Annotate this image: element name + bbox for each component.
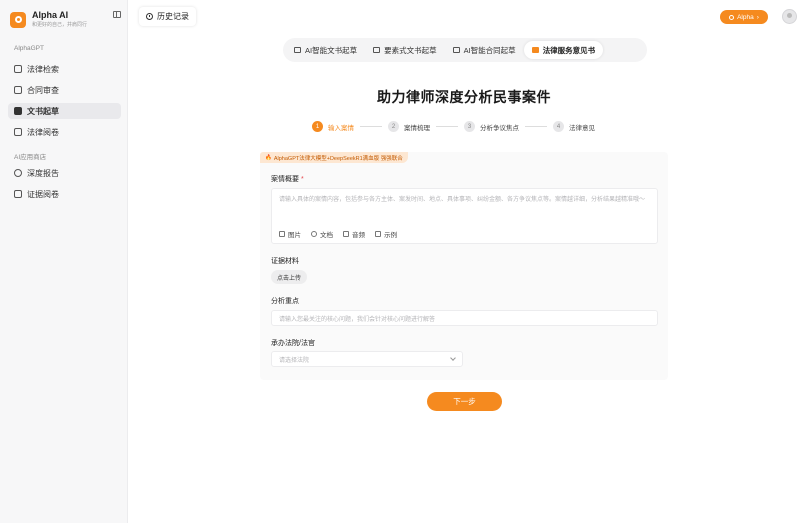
evidence-icon	[14, 190, 22, 198]
attach-document-button[interactable]: 文档	[311, 229, 333, 239]
step-input-case: 1 输入案情	[312, 121, 354, 132]
sidebar-item-legal-search[interactable]: 法律检索	[8, 61, 121, 77]
tab-label: 法律服务意见书	[542, 45, 596, 55]
section-label-app-store: AI应用商店	[14, 154, 47, 161]
step-label: 输入案情	[328, 124, 354, 132]
court-select[interactable]: 请选择法院	[271, 351, 463, 367]
alpha-badge-label: Alpha	[737, 13, 754, 21]
sidebar-item-label: 法律检索	[27, 64, 59, 74]
tab-element-drafting[interactable]: 要素式文书起草	[365, 41, 445, 59]
tab-label: AI智能合同起草	[463, 45, 516, 55]
stepper: 1 输入案情 2 案情梳理 3 分析争议焦点 4 法律意见	[312, 121, 595, 132]
sidebar-item-label: 深度报告	[27, 168, 59, 178]
brand-slogan: 和更好的自己，并肩同行	[32, 22, 88, 28]
focus-label: 分析重点	[271, 298, 299, 305]
step-dispute-focus: 3 分析争议焦点	[464, 121, 519, 132]
page-title: 助力律师深度分析民事案件	[377, 89, 551, 105]
model-tag-label: AlphaGPT法律大模型+DeepSeekR1满血版 强强联合	[273, 155, 403, 162]
case-summary-label: 案情概要 *	[271, 174, 304, 184]
mode-tabs: AI智能文书起草 要素式文书起草 AI智能合同起草 法律服务意见书	[283, 38, 647, 62]
case-summary-label-text: 案情概要	[271, 176, 299, 183]
tab-label: 要素式文书起草	[384, 45, 437, 55]
tab-ai-document-drafting[interactable]: AI智能文书起草	[286, 41, 365, 59]
review-icon	[14, 128, 22, 136]
attach-audio-button[interactable]: 音频	[343, 229, 365, 239]
court-placeholder: 请选择法院	[279, 357, 310, 364]
tab-ai-contract-drafting[interactable]: AI智能合同起草	[445, 41, 524, 59]
sidebar-item-label: 法律阅卷	[27, 127, 59, 137]
chevron-right-icon: ›	[756, 13, 759, 21]
step-number: 3	[464, 121, 475, 132]
attach-label: 文档	[320, 232, 333, 239]
example-icon	[375, 231, 381, 237]
case-form: 🔥 AlphaGPT法律大模型+DeepSeekR1满血版 强强联合 案情概要 …	[260, 152, 668, 380]
step-divider	[360, 126, 382, 127]
step-number: 4	[553, 121, 564, 132]
report-icon	[14, 169, 22, 177]
focus-input[interactable]: 请输入您最关注的核心问题，我们会针对核心问题进行解答	[271, 310, 658, 326]
clock-icon	[146, 13, 153, 20]
step-number: 2	[388, 121, 399, 132]
step-case-sorting: 2 案情梳理	[388, 121, 430, 132]
avatar[interactable]	[782, 9, 797, 24]
step-divider	[436, 126, 458, 127]
attach-label: 示例	[384, 232, 397, 239]
tab-label: AI智能文书起草	[305, 45, 358, 55]
sidebar-item-deep-report[interactable]: 深度报告	[8, 165, 121, 181]
step-label: 案情梳理	[404, 124, 430, 132]
sidebar-collapse-icon[interactable]	[113, 11, 121, 18]
alpha-badge[interactable]: Alpha ›	[720, 10, 768, 24]
tab-legal-opinion[interactable]: 法律服务意见书	[523, 41, 604, 59]
model-tag: 🔥 AlphaGPT法律大模型+DeepSeekR1满血版 强强联合	[260, 152, 408, 163]
step-number: 1	[312, 121, 323, 132]
brand[interactable]: Alpha AI 和更好的自己，并肩同行	[10, 10, 87, 29]
case-summary-textarea[interactable]: 请输入具体的案情内容，包括参与各方主体、案发时间、地点、具体事项、纠纷金额、各方…	[271, 188, 658, 244]
sidebar-item-label: 文书起草	[27, 106, 59, 116]
attach-example-button[interactable]: 示例	[375, 229, 397, 239]
step-label: 法律意见	[569, 124, 595, 132]
upload-button[interactable]: 点击上传	[271, 270, 308, 284]
draft-icon	[14, 107, 22, 115]
sidebar: Alpha AI 和更好的自己，并肩同行 AlphaGPT 法律检索 合同审查 …	[0, 0, 128, 523]
flame-icon: 🔥	[265, 154, 272, 161]
court-label: 承办法院/法官	[271, 340, 315, 347]
evidence-label: 证据材料	[271, 258, 299, 265]
attachment-toolbar: 图片 文档 音频 示例	[279, 229, 397, 239]
focus-placeholder: 请输入您最关注的核心问题，我们会针对核心问题进行解答	[279, 316, 436, 323]
alpha-logo-icon	[729, 14, 735, 20]
contract-icon	[452, 47, 460, 53]
step-divider	[525, 126, 547, 127]
required-mark: *	[300, 176, 304, 183]
next-button[interactable]: 下一步	[427, 392, 502, 411]
attach-label: 图片	[288, 232, 301, 239]
image-icon	[279, 231, 285, 237]
brand-name: Alpha AI	[32, 10, 69, 20]
attach-image-button[interactable]: 图片	[279, 229, 301, 239]
history-label: 历史记录	[157, 12, 189, 21]
element-icon	[373, 47, 381, 53]
section-label-alphagpt: AlphaGPT	[14, 45, 44, 52]
logo-icon	[10, 11, 26, 28]
sidebar-item-case-review[interactable]: 法律阅卷	[8, 124, 121, 140]
document-icon	[294, 47, 301, 53]
history-button[interactable]: 历史记录	[139, 7, 196, 26]
document-icon	[311, 231, 317, 237]
audio-icon	[343, 231, 349, 237]
search-doc-icon	[14, 65, 22, 73]
sidebar-item-label: 证据阅卷	[27, 189, 59, 199]
case-summary-placeholder: 请输入具体的案情内容，包括参与各方主体、案发时间、地点、具体事项、纠纷金额、各方…	[279, 197, 646, 203]
chevron-down-icon	[450, 355, 456, 361]
step-label: 分析争议焦点	[480, 124, 519, 132]
attach-label: 音频	[352, 232, 365, 239]
sidebar-item-evidence-review[interactable]: 证据阅卷	[8, 186, 121, 202]
opinion-icon	[531, 47, 539, 53]
step-legal-opinion: 4 法律意见	[553, 121, 595, 132]
